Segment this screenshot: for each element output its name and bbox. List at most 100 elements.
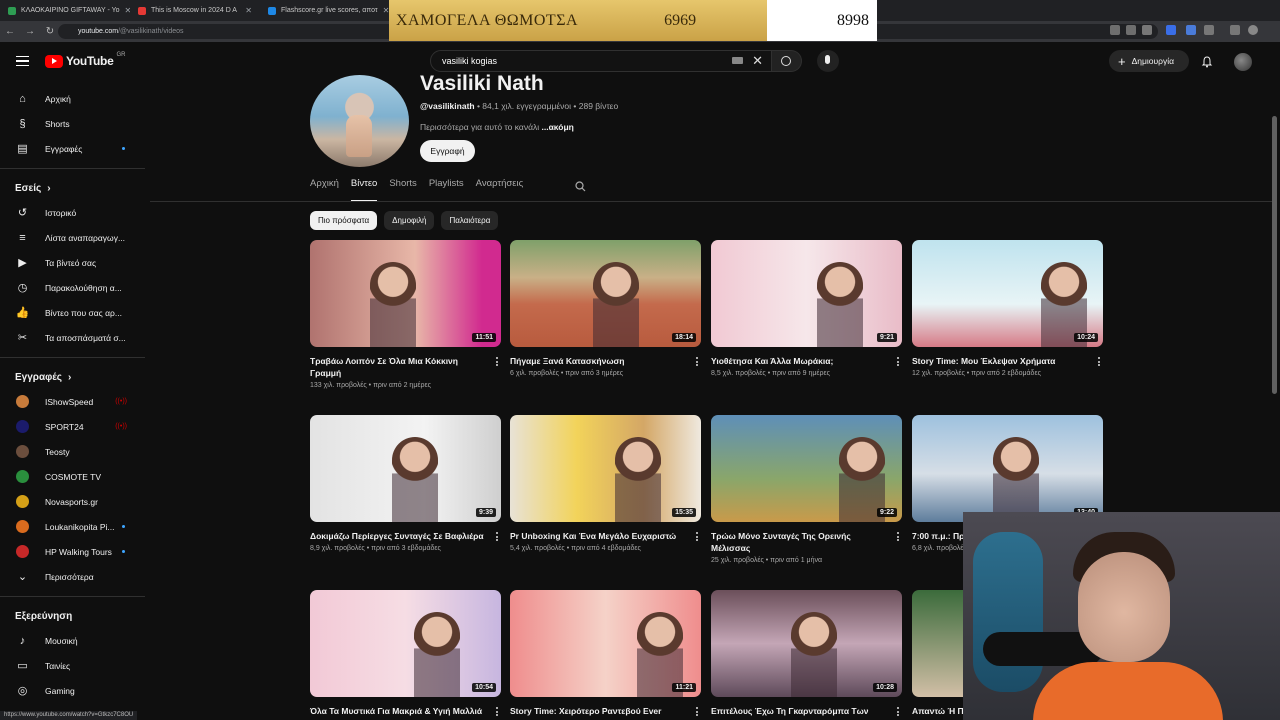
video-card[interactable]: 10:54 Όλα Τα Μυστικά Για Μακριά & Υγιή Μα…	[310, 590, 501, 717]
sidebar-item[interactable]: Teosty	[0, 439, 145, 464]
video-thumbnail[interactable]: 11:51	[310, 240, 501, 347]
voice-search-button[interactable]	[817, 50, 839, 72]
account-avatar[interactable]	[1248, 25, 1258, 35]
extension-icon[interactable]	[1110, 25, 1120, 35]
channel-tab[interactable]: Αρχική	[310, 178, 339, 202]
sidebar-item[interactable]: ◷ Παρακολούθηση α...	[0, 275, 145, 300]
sidebar-show-more[interactable]: ⌄ Περισσότερα	[0, 564, 145, 589]
channel-more-link[interactable]: ...ακόμη	[541, 122, 573, 132]
more-options-icon[interactable]	[1098, 357, 1101, 368]
video-title[interactable]: Πήγαμε Ξανά Κατασκήνωση	[510, 355, 685, 367]
more-options-icon[interactable]	[897, 707, 900, 718]
clear-search-icon[interactable]: ✕	[752, 51, 763, 71]
video-card[interactable]: 10:24 Story Time: Μου Έκλεψαν Χρήματα 12 χ…	[912, 240, 1103, 377]
video-card[interactable]: 9:39 Δοκιμάζω Περίεργες Συνταγές Σε Βαφλι…	[310, 415, 501, 552]
video-title[interactable]: Pr Unboxing Και Ένα Μεγάλο Ευχαριστώ	[510, 530, 685, 542]
video-thumbnail[interactable]: 10:54	[310, 590, 501, 697]
browser-tab[interactable]: ΚΛΑΟΚΑΙΡΙΝΟ GIFTAWAY - Yo ✕	[0, 0, 130, 21]
sidebar-item[interactable]: COSMOTE TV	[0, 464, 145, 489]
sidebar-item[interactable]: Loukanikopita Pi...	[0, 514, 145, 539]
sidebar-item[interactable]: ◎ Gaming	[0, 678, 145, 703]
video-thumbnail[interactable]: 9:21	[711, 240, 902, 347]
sort-chip[interactable]: Πιο πρόσφατα	[310, 211, 378, 230]
forward-icon[interactable]: →	[20, 26, 40, 37]
reload-icon[interactable]: ↻	[40, 26, 60, 37]
sidebar-section-subscriptions[interactable]: Εγγραφές ›	[0, 365, 145, 389]
page-scrollbar[interactable]	[1272, 116, 1277, 394]
more-options-icon[interactable]	[897, 532, 900, 543]
video-title[interactable]: Story Time: Χειρότερο Ραντεβού Ever	[510, 705, 685, 717]
sort-chip[interactable]: Παλαιότερα	[441, 211, 499, 230]
video-title[interactable]: Δοκιμάζω Περίεργες Συνταγές Σε Βαφλιέρα	[310, 530, 485, 542]
more-options-icon[interactable]	[496, 357, 499, 368]
sidebar-item[interactable]: ≡ Λίστα αναπαραγωγ...	[0, 225, 145, 250]
user-avatar[interactable]	[1234, 53, 1252, 71]
video-thumbnail[interactable]: 11:21	[510, 590, 701, 697]
video-thumbnail[interactable]: 9:22	[711, 415, 902, 522]
sidebar-item[interactable]: ▭ Ταινίες	[0, 653, 145, 678]
video-title[interactable]: Όλα Τα Μυστικά Για Μακριά & Υγιή Μαλλιά	[310, 705, 485, 717]
extensions-puzzle-icon[interactable]	[1204, 25, 1214, 35]
video-card[interactable]: 11:21 Story Time: Χειρότερο Ραντεβού Ever	[510, 590, 701, 717]
channel-tab[interactable]: Playlists	[429, 178, 464, 202]
sidebar-item[interactable]: SPORT24 ((•))	[0, 414, 145, 439]
video-title[interactable]: Τραβάω Λοιπόν Σε Όλα Μια Κόκκινη Γραμμή	[310, 355, 485, 379]
channel-tab[interactable]: Αναρτήσεις	[476, 178, 524, 202]
search-button[interactable]	[772, 50, 802, 72]
video-card[interactable]: 10:28 Επιτέλους Έχω Τη Γκαρνταρόμπα Των	[711, 590, 902, 717]
subscribe-button[interactable]: Εγγραφή	[420, 140, 475, 162]
sidebar-item[interactable]: ▶ Τα βίντεό σας	[0, 250, 145, 275]
sidebar-item[interactable]: ▤ Εγγραφές	[0, 136, 145, 161]
sort-chip[interactable]: Δημοφιλή	[384, 211, 435, 230]
sidebar-item[interactable]: Novasports.gr	[0, 489, 145, 514]
close-tab-icon[interactable]: ✕	[245, 6, 252, 15]
menu-icon[interactable]	[16, 56, 29, 66]
sidebar-item[interactable]: § Shorts	[0, 111, 145, 136]
video-title[interactable]: Υιοθέτησα Και Άλλα Μωράκια;	[711, 355, 886, 367]
zoom-icon[interactable]	[1126, 25, 1136, 35]
browser-tab[interactable]: This is Moscow in 2024 D A ✕	[130, 0, 260, 21]
browser-tab[interactable]: Flashscore.gr live scores, αποτ ✕	[260, 0, 390, 21]
more-options-icon[interactable]	[696, 532, 699, 543]
channel-tab[interactable]: Shorts	[389, 178, 416, 202]
channel-description[interactable]: Περισσότερα για αυτό το κανάλι ...ακόμη	[420, 122, 574, 132]
profile-icon[interactable]	[1230, 25, 1240, 35]
video-title[interactable]: Story Time: Μου Έκλεψαν Χρήματα	[912, 355, 1087, 367]
video-thumbnail[interactable]: 9:39	[310, 415, 501, 522]
video-thumbnail[interactable]: 13:40	[912, 415, 1103, 522]
channel-search-icon[interactable]	[575, 179, 586, 192]
sidebar-item[interactable]: 👍 Βίντεο που σας αρ...	[0, 300, 145, 325]
sidebar-item[interactable]: ♪ Μουσική	[0, 628, 145, 653]
notifications-bell-icon[interactable]	[1201, 55, 1213, 68]
more-options-icon[interactable]	[496, 532, 499, 543]
more-options-icon[interactable]	[496, 707, 499, 718]
video-title[interactable]: Τρώω Μόνο Συνταγές Της Ορεινής Μέλισσας	[711, 530, 886, 554]
bookmark-star-icon[interactable]	[1142, 25, 1152, 35]
extension-icon[interactable]	[1166, 25, 1176, 35]
back-icon[interactable]: ←	[0, 26, 20, 37]
youtube-logo[interactable]: YouTube GR	[45, 52, 125, 68]
extension-icon[interactable]	[1186, 25, 1196, 35]
sidebar-item[interactable]: ⌂ Αρχική	[0, 86, 145, 111]
channel-tab[interactable]: Βίντεο	[350, 178, 378, 202]
sidebar-item[interactable]: HP Walking Tours	[0, 539, 145, 564]
sidebar-item[interactable]: ↺ Ιστορικό	[0, 200, 145, 225]
sidebar-section-you[interactable]: Εσείς ›	[0, 176, 145, 200]
video-thumbnail[interactable]: 18:14	[510, 240, 701, 347]
search-input[interactable]: vasiliki kogias ✕	[430, 50, 772, 72]
video-thumbnail[interactable]: 10:24	[912, 240, 1103, 347]
video-title[interactable]: Επιτέλους Έχω Τη Γκαρνταρόμπα Των	[711, 705, 886, 717]
video-card[interactable]: 11:51 Τραβάω Λοιπόν Σε Όλα Μια Κόκκινη Γρ…	[310, 240, 501, 389]
keyboard-icon[interactable]	[732, 57, 743, 64]
sidebar-item[interactable]: ✂ Τα αποσπάσματά σ...	[0, 325, 145, 350]
sidebar-item[interactable]: IShowSpeed ((•))	[0, 389, 145, 414]
video-thumbnail[interactable]: 15:35	[510, 415, 701, 522]
more-options-icon[interactable]	[696, 357, 699, 368]
video-card[interactable]: 15:35 Pr Unboxing Και Ένα Μεγάλο Ευχαριστ…	[510, 415, 701, 552]
more-options-icon[interactable]	[897, 357, 900, 368]
video-thumbnail[interactable]: 10:28	[711, 590, 902, 697]
video-card[interactable]: 9:22 Τρώω Μόνο Συνταγές Της Ορεινής Μέλισ…	[711, 415, 902, 564]
video-card[interactable]: 18:14 Πήγαμε Ξανά Κατασκήνωση 6 χιλ. προβο…	[510, 240, 701, 377]
video-card[interactable]: 9:21 Υιοθέτησα Και Άλλα Μωράκια; 8,5 χιλ. …	[711, 240, 902, 377]
create-button[interactable]: + Δημιουργία	[1109, 50, 1189, 72]
